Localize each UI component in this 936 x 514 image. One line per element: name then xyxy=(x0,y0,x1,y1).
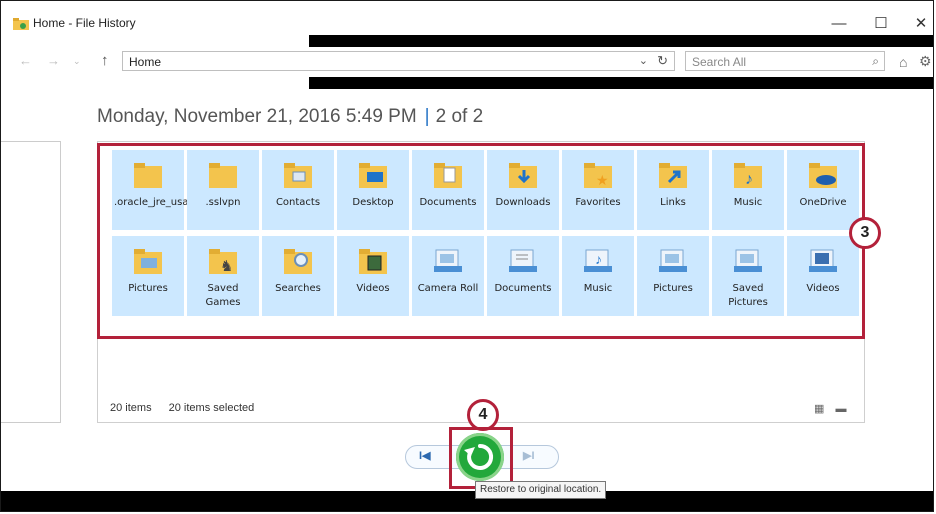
recent-dropdown-icon[interactable]: ⌄ xyxy=(73,56,81,67)
gear-icon[interactable]: ⚙ xyxy=(919,53,932,70)
window-title: Home - File History xyxy=(33,16,136,30)
taskbar-area xyxy=(1,491,933,511)
address-bar[interactable]: Home ⌄ ↻ xyxy=(122,51,675,71)
refresh-icon[interactable]: ↻ xyxy=(657,53,668,69)
previous-version-button[interactable]: I◀ xyxy=(419,449,431,462)
address-text: Home xyxy=(129,55,162,69)
search-input[interactable]: Search All ⌕ xyxy=(685,51,885,71)
selection-count: 20 items selected xyxy=(168,402,255,414)
left-pane xyxy=(1,141,61,423)
restore-arrow-icon xyxy=(464,443,494,470)
restore-tooltip: Restore to original location. xyxy=(475,481,607,499)
home-icon[interactable]: ⌂ xyxy=(899,54,907,70)
file-history-window: Home - File History — ☐ ✕ ← → ⌄ ↑ Home ⌄… xyxy=(0,0,934,512)
next-version-button[interactable]: ▶I xyxy=(523,449,535,462)
up-arrow-icon[interactable]: ↑ xyxy=(101,52,109,69)
redaction-bar xyxy=(309,77,933,89)
snapshot-heading: Monday, November 21, 2016 5:49 PM | 2 of 2 xyxy=(97,106,483,128)
forward-arrow-icon[interactable]: → xyxy=(47,53,60,68)
navigation-bar: ← → ⌄ ↑ Home ⌄ ↻ Search All ⌕ ⌂ ⚙ xyxy=(1,47,933,77)
view-toggle-icon[interactable]: ▦ ▬ xyxy=(814,402,850,415)
snapshot-date: Monday, November 21, 2016 5:49 PM xyxy=(97,106,417,127)
snapshot-page: 2 of 2 xyxy=(435,106,484,127)
redaction-bar xyxy=(309,35,933,47)
back-arrow-icon[interactable]: ← xyxy=(19,53,32,68)
chevron-down-icon[interactable]: ⌄ xyxy=(639,54,648,67)
items-highlight-box xyxy=(97,143,865,339)
item-count: 20 items xyxy=(110,402,152,414)
search-placeholder: Search All xyxy=(692,55,747,69)
callout-3: 3 xyxy=(849,217,881,249)
restore-button[interactable] xyxy=(456,433,504,481)
file-history-app-icon xyxy=(13,18,29,30)
heading-separator: | xyxy=(424,106,430,127)
search-icon: ⌕ xyxy=(872,54,879,68)
status-bar: 20 items 20 items selected xyxy=(110,402,268,414)
